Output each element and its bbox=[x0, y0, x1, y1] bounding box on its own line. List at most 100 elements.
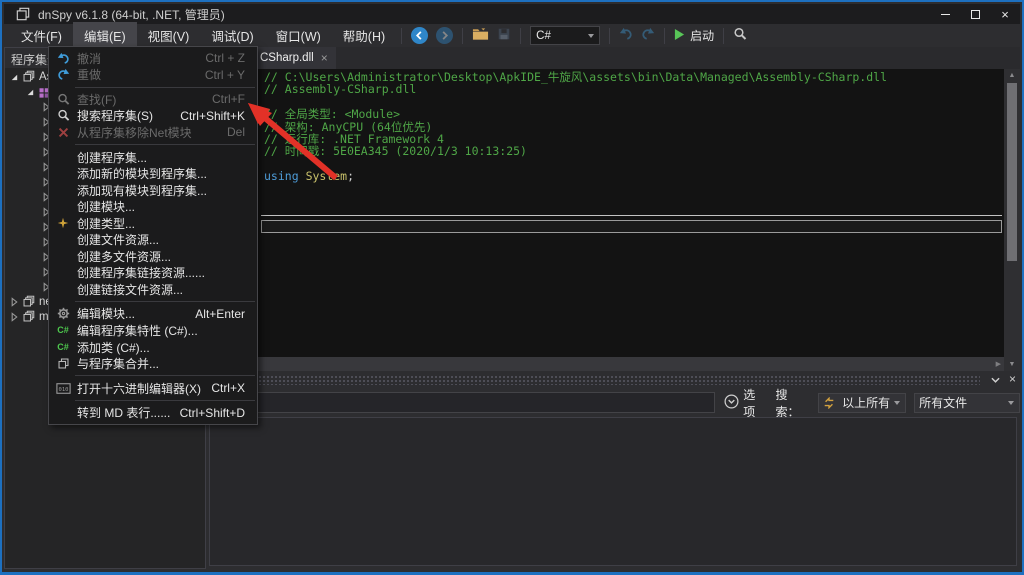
menubar-item[interactable]: 窗口(W) bbox=[265, 22, 332, 49]
menu-separator bbox=[75, 144, 255, 145]
navigate-back-button[interactable] bbox=[407, 25, 432, 47]
expanded-arrow-icon[interactable] bbox=[9, 72, 20, 82]
menu-item[interactable]: 与程序集合并... bbox=[49, 355, 257, 372]
collapsed-arrow-icon[interactable] bbox=[9, 312, 20, 322]
toolbar-separator bbox=[609, 28, 610, 44]
tab-csharp-dll[interactable]: CSharp.dll × bbox=[252, 47, 336, 69]
tab-close-icon[interactable]: × bbox=[321, 51, 328, 65]
vertical-scroll-thumb[interactable] bbox=[1007, 83, 1017, 261]
undo-button[interactable] bbox=[615, 25, 637, 47]
start-label: 启动 bbox=[690, 27, 714, 44]
redo-button[interactable] bbox=[637, 25, 659, 47]
scope-icon bbox=[823, 397, 835, 409]
menu-item[interactable]: 创建多文件资源... bbox=[49, 248, 257, 265]
menubar-items: 文件(F)编辑(E)视图(V)调试(D)窗口(W)帮助(H) bbox=[10, 22, 396, 49]
csharp-icon: C# bbox=[55, 325, 71, 335]
menu-item[interactable]: 创建程序集... bbox=[49, 149, 257, 166]
csharp-icon: C# bbox=[55, 342, 71, 352]
navigate-forward-button[interactable] bbox=[432, 25, 457, 47]
options-label: 选项 bbox=[743, 386, 765, 420]
menu-item-shortcut: Ctrl+Shift+D bbox=[180, 406, 245, 420]
code-line: using System; bbox=[264, 170, 1000, 182]
collapsed-arrow-icon[interactable] bbox=[9, 297, 20, 307]
menubar-item[interactable]: 调试(D) bbox=[200, 22, 264, 49]
new-type-icon bbox=[55, 217, 71, 229]
assembly-icon bbox=[22, 295, 35, 308]
menu-item[interactable]: 010打开十六进制编辑器(X)Ctrl+X bbox=[49, 380, 257, 397]
menubar-item[interactable]: 文件(F) bbox=[10, 22, 73, 49]
menu-item-shortcut: Ctrl+F bbox=[212, 92, 245, 106]
options-button[interactable]: 选项 bbox=[724, 386, 765, 420]
assembly-icon bbox=[22, 70, 35, 83]
menu-item-label: 与程序集合并... bbox=[77, 355, 235, 372]
hex-icon: 010 bbox=[55, 383, 71, 394]
menu-item-label: 创建程序集... bbox=[77, 149, 235, 166]
search-input[interactable] bbox=[211, 392, 715, 413]
menu-item-label: 创建模块... bbox=[77, 198, 235, 215]
menu-item[interactable]: 创建程序集链接资源...... bbox=[49, 265, 257, 282]
menu-item[interactable]: 创建文件资源... bbox=[49, 231, 257, 248]
scroll-right-icon[interactable]: ▶ bbox=[996, 360, 1001, 368]
menu-item-shortcut: Alt+Enter bbox=[195, 307, 245, 321]
menu-item[interactable]: 撤消Ctrl + Z bbox=[49, 50, 257, 67]
language-select[interactable]: C# bbox=[530, 26, 600, 45]
chevron-down-icon bbox=[894, 401, 900, 405]
search-row: 选项 搜索： 以上所有 所有文件 bbox=[206, 390, 1020, 415]
menubar-item[interactable]: 帮助(H) bbox=[332, 22, 396, 49]
menu-item[interactable]: 创建链接文件资源... bbox=[49, 281, 257, 298]
menu-item[interactable]: 查找(F)Ctrl+F bbox=[49, 91, 257, 108]
menubar-item[interactable]: 编辑(E) bbox=[73, 22, 137, 49]
menu-item-label: 转到 MD 表行...... bbox=[77, 404, 170, 421]
undo-icon bbox=[619, 27, 633, 44]
undo-icon bbox=[55, 52, 71, 65]
panel-grip-handle[interactable] bbox=[210, 375, 980, 385]
start-debug-button[interactable]: 启动 bbox=[670, 25, 718, 47]
menu-item-label: 撤消 bbox=[77, 50, 195, 67]
search-toolbar-button[interactable] bbox=[729, 25, 751, 47]
menu-item[interactable]: 创建类型... bbox=[49, 215, 257, 232]
panel-chevron-down-icon[interactable] bbox=[991, 370, 1000, 388]
code-line bbox=[264, 158, 1000, 170]
search-results-area[interactable] bbox=[209, 417, 1017, 566]
open-file-button[interactable] bbox=[468, 25, 493, 47]
options-circle-icon bbox=[724, 394, 739, 412]
close-button[interactable]: × bbox=[990, 4, 1020, 24]
expanded-arrow-icon[interactable] bbox=[25, 87, 36, 97]
toolbar-separator bbox=[401, 28, 402, 44]
menu-item[interactable]: 添加新的模块到程序集... bbox=[49, 165, 257, 182]
maximize-button[interactable] bbox=[960, 4, 990, 24]
scroll-down-icon[interactable]: ▼ bbox=[1009, 358, 1016, 371]
menu-item[interactable]: 从程序集移除Net模块Del bbox=[49, 124, 257, 141]
redo-icon bbox=[641, 27, 655, 44]
menu-item-label: 编辑程序集特性 (C#)... bbox=[77, 322, 235, 339]
remove-icon bbox=[55, 127, 71, 138]
save-all-button[interactable] bbox=[493, 25, 515, 47]
panel-close-icon[interactable]: × bbox=[1009, 372, 1016, 386]
code-line: // 时间戳: 5E0EA345 (2020/1/3 10:13:25) bbox=[264, 145, 1000, 157]
menu-item[interactable]: 重做Ctrl + Y bbox=[49, 67, 257, 84]
horizontal-scrollbar[interactable]: ◀ ▶ bbox=[206, 357, 1004, 371]
chevron-down-icon bbox=[588, 34, 594, 38]
toolbar-separator bbox=[520, 28, 521, 44]
menu-separator bbox=[75, 375, 255, 376]
menu-item-label: 从程序集移除Net模块 bbox=[77, 124, 217, 141]
menu-item-label: 编辑模块... bbox=[77, 305, 185, 322]
titlebar: dnSpy v6.1.8 (64-bit, .NET, 管理员) × bbox=[4, 4, 1020, 24]
menu-item[interactable]: 添加现有模块到程序集... bbox=[49, 182, 257, 199]
scroll-up-icon[interactable]: ▲ bbox=[1009, 69, 1016, 82]
file-filter-select[interactable]: 所有文件 bbox=[914, 393, 1020, 413]
menu-item[interactable]: 创建模块... bbox=[49, 198, 257, 215]
menubar-item[interactable]: 视图(V) bbox=[137, 22, 201, 49]
svg-text:010: 010 bbox=[58, 386, 68, 392]
menu-item-label: 搜索程序集(S) bbox=[77, 107, 170, 124]
save-icon bbox=[497, 27, 511, 44]
menu-item[interactable]: 转到 MD 表行...... Ctrl+Shift+D bbox=[49, 404, 257, 421]
menu-item[interactable]: 搜索程序集(S)Ctrl+Shift+K bbox=[49, 108, 257, 125]
minimize-button[interactable] bbox=[930, 4, 960, 24]
vertical-scrollbar[interactable]: ▲ ▼ bbox=[1004, 69, 1020, 371]
menu-item[interactable]: C# 编辑程序集特性 (C#)... bbox=[49, 322, 257, 339]
menu-item[interactable]: C#添加类 (C#)... bbox=[49, 339, 257, 356]
menu-item[interactable]: 编辑模块... Alt+Enter bbox=[49, 306, 257, 323]
search-scope-select[interactable]: 以上所有 bbox=[818, 393, 906, 413]
code-editor[interactable]: // C:\Users\Administrator\Desktop\ApkIDE… bbox=[206, 69, 1004, 357]
